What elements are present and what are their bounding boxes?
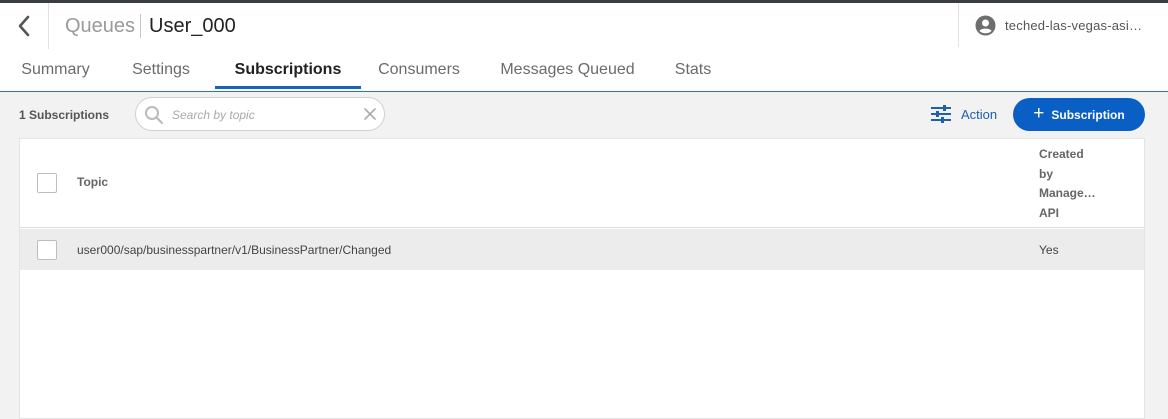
sliders-icon — [931, 105, 951, 123]
row-checkbox[interactable] — [37, 240, 57, 260]
created-by-api-cell: Yes — [1039, 243, 1059, 257]
back-button[interactable] — [0, 3, 49, 49]
page-title: User_000 — [149, 15, 236, 37]
add-subscription-label: Subscription — [1051, 107, 1125, 122]
tab-bar: Summary Settings Subscriptions Consumers… — [0, 53, 1168, 92]
created-header-line-1: Created — [1039, 147, 1084, 161]
search-icon — [145, 106, 164, 125]
column-header-topic[interactable]: Topic — [77, 175, 108, 189]
tab-stats[interactable]: Stats — [658, 53, 728, 91]
select-all-checkbox[interactable] — [37, 173, 57, 193]
user-icon — [975, 15, 996, 36]
chevron-left-icon — [18, 15, 30, 37]
account-menu[interactable]: teched-las-vegas-asi… — [975, 15, 1142, 36]
created-header-line-2: by — [1039, 166, 1054, 181]
topic-cell: user000/sap/businesspartner/v1/BusinessP… — [77, 243, 392, 257]
action-label: Action — [961, 106, 998, 122]
active-tab-indicator — [215, 86, 361, 89]
header-divider — [958, 3, 959, 47]
subscriptions-panel: 1 Subscriptions Action + Subscription To — [0, 92, 1168, 419]
tab-consumers[interactable]: Consumers — [361, 53, 477, 91]
action-button[interactable]: Action — [930, 104, 997, 124]
subscription-count: 1 Subscriptions — [19, 108, 110, 122]
created-header-line-4: API — [1039, 205, 1060, 220]
tab-summary[interactable]: Summary — [0, 53, 111, 91]
tab-messages-queued[interactable]: Messages Queued — [482, 53, 653, 91]
breadcrumb-separator — [140, 14, 141, 38]
add-subscription-button[interactable]: + Subscription — [1013, 98, 1145, 131]
column-header-created-by-api[interactable]: Created by Manage… API — [1039, 145, 1109, 223]
plus-icon: + — [1033, 103, 1045, 124]
tab-settings[interactable]: Settings — [111, 53, 211, 91]
created-header-line-3: Manage… — [1039, 186, 1096, 200]
search-box — [135, 97, 385, 131]
search-input[interactable] — [172, 106, 352, 124]
subscriptions-table: Topic Created by Manage… API user000/sap… — [19, 138, 1145, 419]
close-icon[interactable] — [362, 106, 378, 122]
account-name: teched-las-vegas-asi… — [1005, 18, 1143, 33]
table-row[interactable]: user000/sap/businesspartner/v1/BusinessP… — [20, 229, 1144, 270]
table-header: Topic Created by Manage… API — [20, 139, 1144, 228]
breadcrumb-queues-link[interactable]: Queues — [65, 15, 135, 38]
